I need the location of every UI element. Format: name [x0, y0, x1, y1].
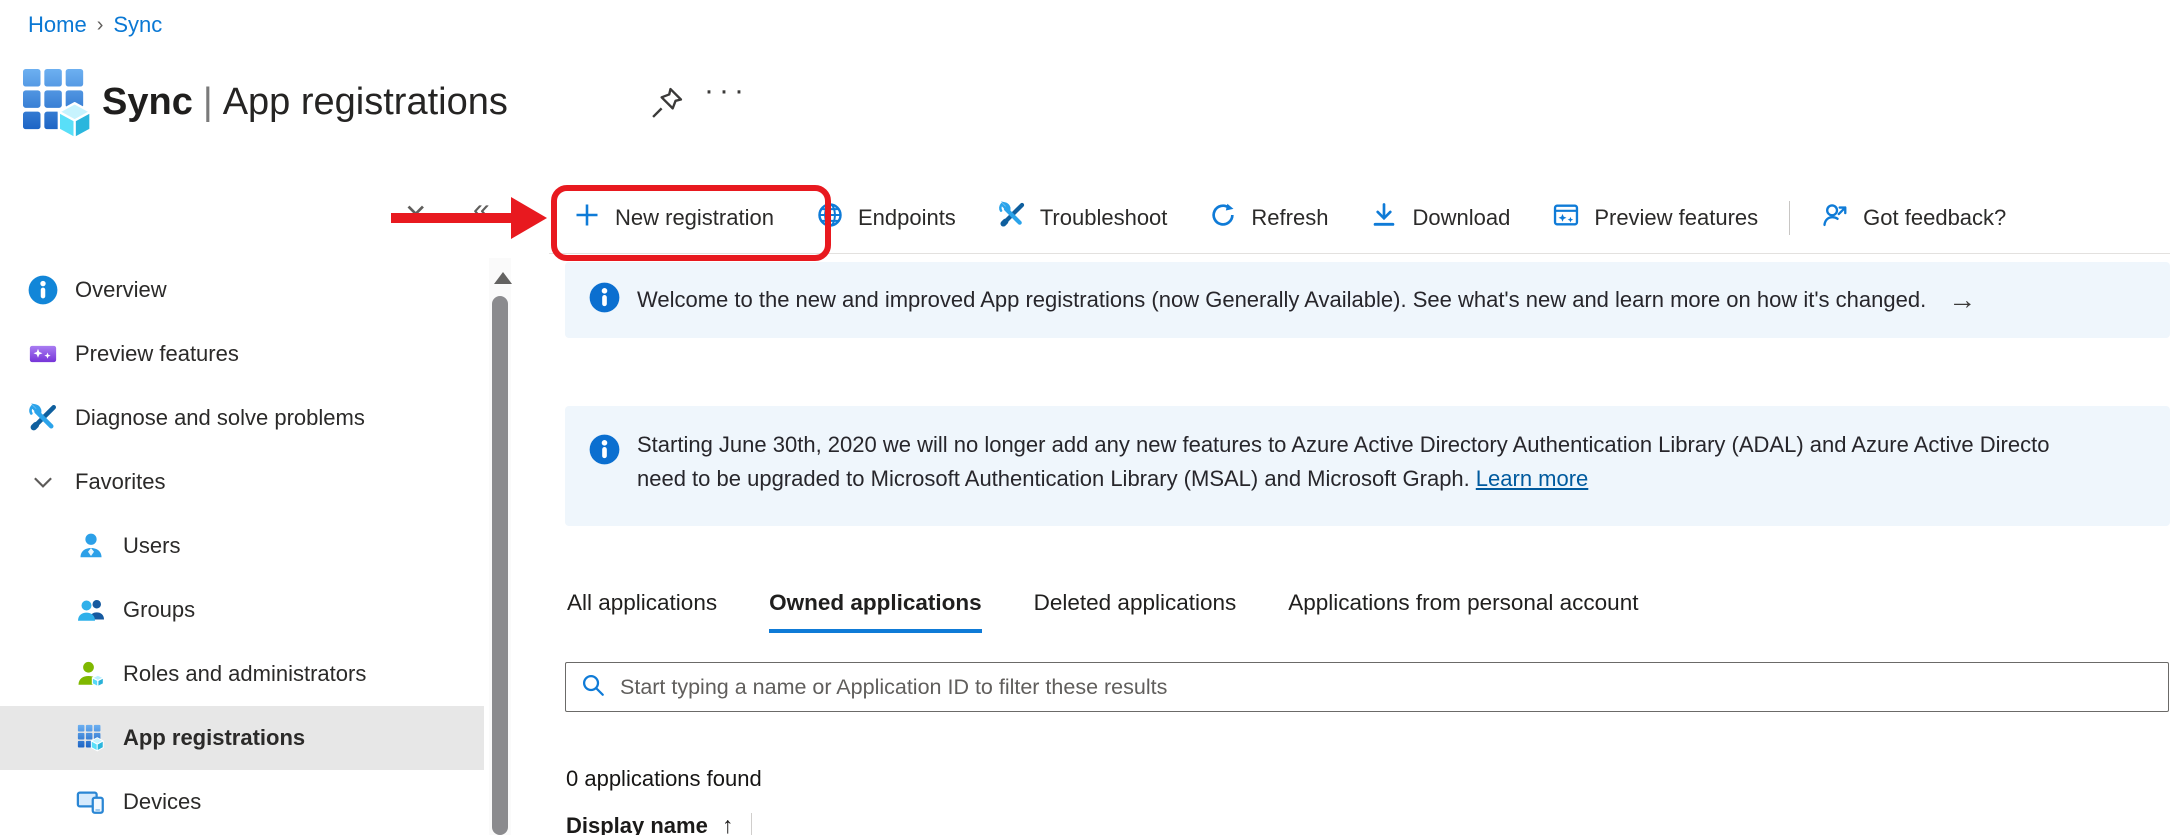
- troubleshoot-button[interactable]: Troubleshoot: [977, 201, 1189, 235]
- sidebar-group-favorites[interactable]: Favorites: [0, 450, 484, 514]
- user-icon: [76, 531, 106, 561]
- learn-more-link[interactable]: Learn more: [1476, 466, 1589, 491]
- chevron-down-icon: [28, 467, 58, 497]
- page-title: Sync|App registrations: [102, 74, 508, 130]
- refresh-icon: [1209, 201, 1237, 235]
- adal-banner-line2-text: need to be upgraded to Microsoft Authent…: [637, 466, 1470, 491]
- collapse-panel-icon[interactable]: «: [473, 193, 490, 227]
- sidebar-menu: Overview Preview features: [0, 258, 515, 834]
- globe-icon: [816, 201, 844, 235]
- breadcrumb-home-link[interactable]: Home: [28, 12, 87, 38]
- breadcrumb-separator: ›: [97, 14, 104, 37]
- command-bar: New registration Endpoints: [552, 190, 2027, 246]
- command-label: Preview features: [1594, 205, 1758, 231]
- command-label: Download: [1412, 205, 1510, 231]
- app-registrations-big-icon: [18, 64, 98, 149]
- adal-deprecation-banner: Starting June 30th, 2020 we will no long…: [565, 406, 2170, 526]
- azure-portal-app-registrations-page: Home › Sync Sync|App registrations: [0, 0, 2170, 835]
- new-registration-button[interactable]: New registration: [552, 201, 795, 235]
- more-options-icon[interactable]: ···: [704, 74, 749, 108]
- sidebar-item-label: Groups: [123, 597, 195, 623]
- tab-owned-applications[interactable]: Owned applications: [769, 590, 982, 633]
- preview-features-button[interactable]: Preview features: [1531, 201, 1779, 235]
- annotation-arrow-head: [511, 197, 547, 239]
- download-icon: [1370, 201, 1398, 235]
- got-feedback-button[interactable]: Got feedback?: [1800, 201, 2027, 235]
- sidebar-item-groups[interactable]: Groups: [0, 578, 484, 642]
- pin-icon[interactable]: [648, 84, 686, 127]
- sidebar-scrollbar-thumb[interactable]: [492, 296, 508, 835]
- info-circle-icon: [28, 275, 58, 305]
- banner-go-arrow[interactable]: →: [1948, 284, 1976, 316]
- command-label: Endpoints: [858, 205, 956, 231]
- sidebar-item-users[interactable]: Users: [0, 514, 484, 578]
- adal-banner-line1: Starting June 30th, 2020 we will no long…: [637, 428, 2049, 462]
- sidebar-item-app-registrations[interactable]: App registrations: [0, 706, 484, 770]
- command-label: Got feedback?: [1863, 205, 2006, 231]
- role-person-cube-icon: [76, 659, 106, 689]
- sort-ascending-icon: ↑: [722, 812, 734, 835]
- sidebar-item-devices[interactable]: Devices: [0, 770, 484, 834]
- tab-applications-personal-account[interactable]: Applications from personal account: [1288, 590, 1638, 633]
- download-button[interactable]: Download: [1349, 201, 1531, 235]
- page-title-section: App registrations: [223, 81, 508, 123]
- sidebar-item-preview-features[interactable]: Preview features: [0, 322, 484, 386]
- sidebar-item-label: Diagnose and solve problems: [75, 405, 365, 431]
- page-title-app-name: Sync: [102, 81, 193, 123]
- endpoints-button[interactable]: Endpoints: [795, 201, 977, 235]
- sidebar-item-diagnose[interactable]: Diagnose and solve problems: [0, 386, 484, 450]
- sidebar-item-label: Overview: [75, 277, 167, 303]
- command-bar-separator: [1789, 201, 1790, 235]
- tab-all-applications[interactable]: All applications: [567, 590, 717, 633]
- sidebar-item-label: Roles and administrators: [123, 661, 366, 687]
- tools-icon: [998, 201, 1026, 235]
- scrollbar-up-arrow[interactable]: [494, 272, 512, 284]
- close-icon[interactable]: ✕: [404, 198, 427, 231]
- adal-banner-text: Starting June 30th, 2020 we will no long…: [637, 428, 2049, 496]
- sidebar-item-label: App registrations: [123, 725, 305, 751]
- column-divider: [751, 813, 752, 835]
- plus-icon: [573, 201, 601, 235]
- applications-tabs: All applications Owned applications Dele…: [567, 590, 1638, 633]
- filter-search-box[interactable]: [565, 662, 2169, 712]
- group-icon: [76, 595, 106, 625]
- breadcrumb-sync-link[interactable]: Sync: [113, 12, 162, 38]
- applications-count-text: 0 applications found: [566, 766, 762, 792]
- sidebar-item-label: Devices: [123, 789, 201, 815]
- display-name-column-header[interactable]: Display name ↑: [566, 812, 752, 835]
- breadcrumb: Home › Sync: [28, 12, 162, 38]
- page-title-separator: |: [193, 81, 223, 123]
- welcome-info-banner: Welcome to the new and improved App regi…: [565, 262, 2170, 338]
- feedback-person-icon: [1821, 201, 1849, 235]
- sidebar-item-label: Preview features: [75, 341, 239, 367]
- sidebar-item-overview[interactable]: Overview: [0, 258, 484, 322]
- app-grid-cube-icon: [76, 723, 106, 753]
- filter-search-input[interactable]: [618, 674, 2168, 701]
- command-label: Refresh: [1251, 205, 1328, 231]
- info-icon: [589, 434, 620, 470]
- welcome-banner-text: Welcome to the new and improved App regi…: [637, 287, 1926, 313]
- preview-window-icon: [1552, 201, 1580, 235]
- sidebar-item-label: Favorites: [75, 469, 165, 495]
- devices-icon: [76, 787, 106, 817]
- adal-banner-line2: need to be upgraded to Microsoft Authent…: [637, 462, 2049, 496]
- command-bar-divider: [549, 253, 2170, 254]
- tab-deleted-applications[interactable]: Deleted applications: [1034, 590, 1237, 633]
- info-icon: [589, 282, 620, 318]
- search-icon: [580, 672, 606, 703]
- sidebar-item-label: Users: [123, 533, 180, 559]
- command-label: New registration: [615, 205, 774, 231]
- sidebar-item-roles[interactable]: Roles and administrators: [0, 642, 484, 706]
- command-label: Troubleshoot: [1040, 205, 1168, 231]
- refresh-button[interactable]: Refresh: [1188, 201, 1349, 235]
- tools-icon: [28, 403, 58, 433]
- sparkles-purple-icon: [28, 339, 58, 369]
- column-header-label: Display name: [566, 813, 708, 835]
